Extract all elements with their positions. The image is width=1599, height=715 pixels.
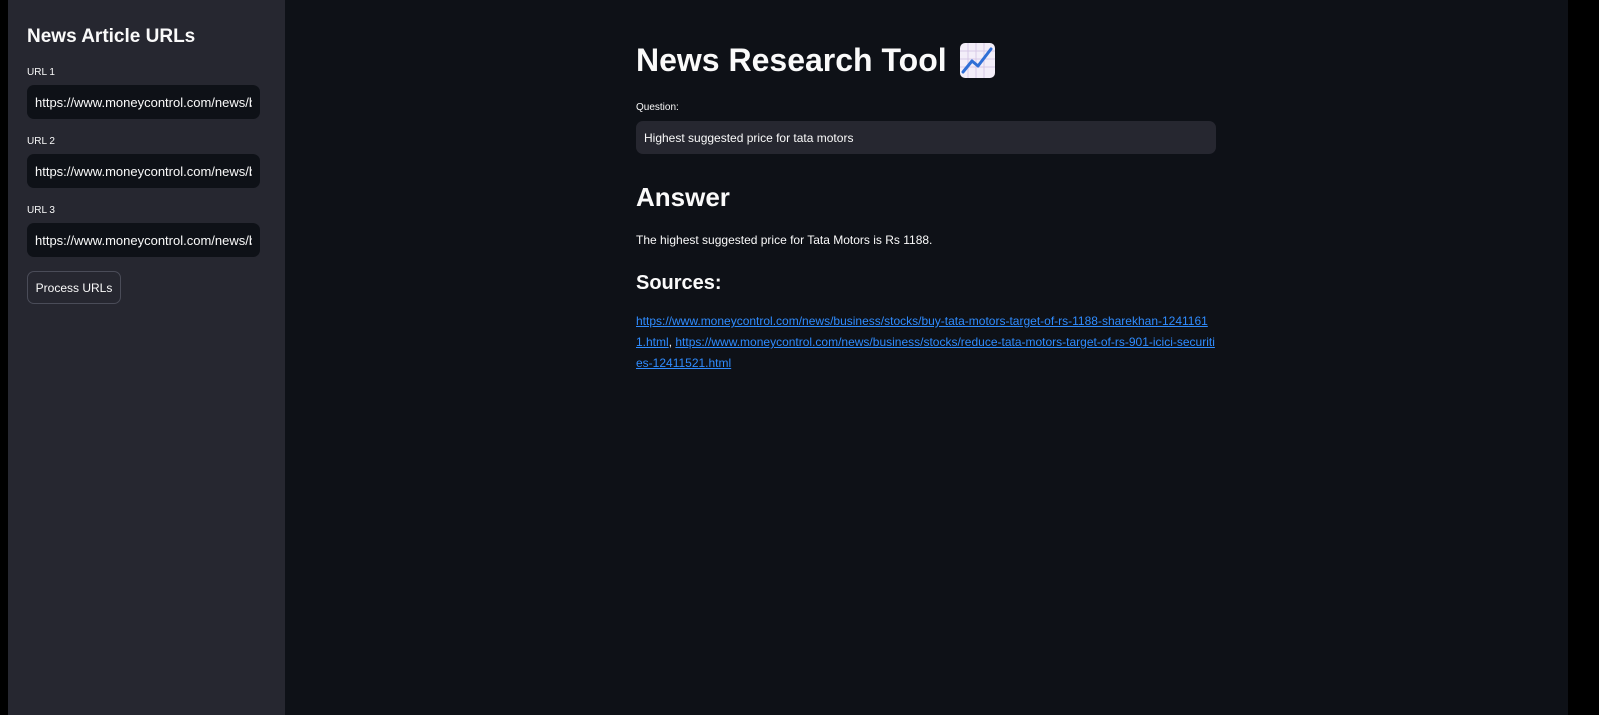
app-window: News Article URLs URL 1 URL 2 URL 3 Proc…	[8, 0, 1568, 715]
question-label: Question:	[636, 102, 679, 113]
url-3-label: URL 3	[27, 205, 55, 216]
process-urls-button[interactable]: Process URLs	[27, 271, 121, 304]
page-title-text: News Research Tool	[636, 42, 947, 78]
url-1-label: URL 1	[27, 67, 55, 78]
url-2-label: URL 2	[27, 136, 55, 147]
answer-heading: Answer	[636, 182, 730, 212]
chart-increasing-icon	[959, 42, 996, 79]
url-1-input[interactable]	[27, 85, 260, 119]
url-2-input[interactable]	[27, 154, 260, 188]
answer-text: The highest suggested price for Tata Mot…	[636, 233, 933, 247]
url-3-input[interactable]	[27, 223, 260, 257]
sidebar: News Article URLs URL 1 URL 2 URL 3 Proc…	[8, 0, 285, 715]
sources-list: https://www.moneycontrol.com/news/busine…	[636, 311, 1216, 374]
sidebar-title: News Article URLs	[27, 26, 196, 47]
source-link-2[interactable]: https://www.moneycontrol.com/news/busine…	[636, 335, 1215, 370]
page-title: News Research Tool	[636, 42, 996, 79]
sources-heading: Sources:	[636, 272, 722, 294]
question-input[interactable]	[636, 121, 1216, 154]
